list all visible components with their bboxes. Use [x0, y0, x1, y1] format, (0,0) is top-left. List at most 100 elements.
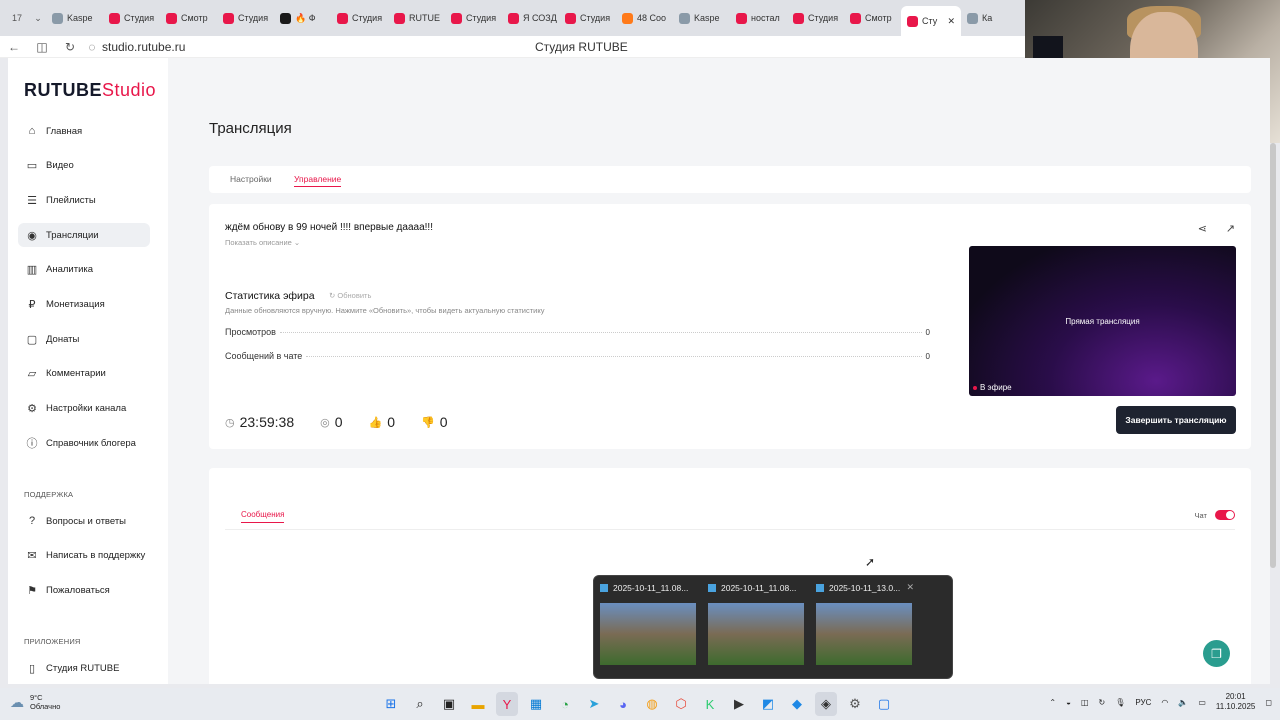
sidebar-item-label: Вопросы и ответы — [46, 515, 127, 527]
microphone-icon[interactable]: 🎙 — [1115, 698, 1125, 707]
browser-tab[interactable]: Я СОЗД — [502, 5, 559, 31]
stats-note: Данные обновляются вручную. Нажмите «Обн… — [225, 306, 545, 315]
start-icon[interactable]: ⊞ — [380, 692, 402, 716]
sidebar-item-flag[interactable]: ⚑ Пожаловаться — [18, 578, 158, 602]
sidebar-item-broadcast[interactable]: ◉ Трансляции — [18, 223, 150, 248]
rutube-studio-logo[interactable]: RUTUBEStudio — [24, 80, 156, 101]
clock[interactable]: 20:01 11.10.2025 — [1216, 692, 1255, 712]
browser-tab[interactable]: Смотр — [844, 5, 901, 31]
window-thumbnail[interactable]: 2025-10-11_11.08... — [594, 576, 702, 680]
favicon-icon — [394, 12, 405, 24]
preview-label: Прямая трансляция — [1065, 316, 1140, 326]
sidebar-item-video[interactable]: ▭ Видео — [18, 154, 150, 178]
external-link-icon[interactable]: ↗ — [1226, 222, 1235, 235]
close-icon[interactable]: ✕ — [906, 582, 914, 593]
window-thumbnail[interactable]: 2025-10-11_11.08... — [702, 576, 810, 680]
media-player-icon[interactable]: ▶ — [728, 692, 750, 716]
browser-tab[interactable]: 48 Соо — [616, 5, 673, 31]
sidebar-item-ruble[interactable]: ₽ Монетизация — [18, 292, 150, 316]
app-icon[interactable]: ▢ — [873, 692, 895, 716]
url-field[interactable]: studio.rutube.ru — [102, 40, 185, 54]
back-icon[interactable]: ← — [0, 40, 28, 54]
language-indicator[interactable]: РУС — [1135, 698, 1151, 707]
sidebar-item-comments[interactable]: ▱ Комментарии — [18, 362, 150, 386]
browser-tab[interactable]: Студия — [217, 5, 274, 31]
window-thumbnail[interactable]: 2025-10-11_13.0... ✕ — [810, 576, 918, 680]
chat-toggle[interactable] — [1215, 510, 1235, 520]
sidebar-item-label: Монетизация — [46, 298, 105, 310]
whatsapp-icon[interactable]: ◔ — [554, 692, 576, 716]
minecraft-launcher-icon[interactable]: ◩ — [757, 692, 779, 716]
site-info-icon[interactable]: ◌ — [84, 40, 100, 54]
browser-tab[interactable]: RUTUE — [388, 5, 445, 31]
telegram-icon[interactable]: ➤ — [583, 692, 605, 716]
tray-app-icon[interactable]: ◒ — [1066, 698, 1071, 707]
browser-tab[interactable]: Студия — [103, 5, 160, 31]
browser-tab[interactable]: Смотр — [160, 5, 217, 31]
active-browser-tab[interactable]: Сту ✕ — [901, 6, 961, 36]
broadcast-icon: ◉ — [27, 229, 37, 242]
weather-widget[interactable]: ☁ 9°C Облачно — [10, 693, 60, 711]
sidebar-item-faq[interactable]: ? Вопросы и ответы — [18, 509, 158, 533]
browser-tab[interactable]: ностал — [730, 5, 787, 31]
app-icon[interactable]: ⬡ — [670, 692, 692, 716]
obs-icon[interactable]: ◈ — [815, 692, 837, 716]
browser-tab[interactable]: Ка — [961, 5, 1018, 31]
support-chat-button[interactable]: ❐ — [1203, 640, 1230, 667]
browser-tab[interactable]: Kaspe — [46, 5, 103, 31]
end-stream-button[interactable]: Завершить трансляцию — [1116, 406, 1236, 434]
sidebar-item-analytics[interactable]: ▥ Аналитика — [18, 258, 150, 282]
browser-tab[interactable]: Студия — [331, 5, 388, 31]
share-icon[interactable]: ⋖ — [1198, 222, 1207, 235]
extension-icon[interactable]: ◫ — [28, 40, 56, 54]
tray-app-icon[interactable]: ◫ — [1081, 698, 1089, 707]
sidebar-item-label: Комментарии — [46, 368, 106, 380]
search-icon[interactable]: ⌕ — [409, 692, 431, 716]
app-icon[interactable]: ◍ — [641, 692, 663, 716]
tab-count[interactable]: 17 — [4, 13, 30, 23]
stream-preview[interactable]: Прямая трансляция В эфире — [969, 246, 1236, 396]
browser-tab[interactable]: Студия — [559, 5, 616, 31]
sidebar-item-app[interactable]: ▯ Студия RUTUBE — [18, 656, 158, 680]
kaspersky-icon[interactable]: K — [699, 692, 721, 716]
show-description-link[interactable]: Показать описание ⌄ — [225, 238, 300, 247]
video-icon: ▭ — [26, 160, 38, 173]
file-explorer-icon[interactable]: ▬ — [467, 692, 489, 716]
app-icon[interactable]: ◆ — [786, 692, 808, 716]
sidebar-item-donate[interactable]: ▢ Донаты — [18, 327, 150, 351]
wifi-icon[interactable]: ◠ — [1161, 698, 1168, 707]
sidebar-item-mail[interactable]: ✉ Написать в поддержку — [18, 544, 158, 568]
clock-date: 11.10.2025 — [1215, 702, 1256, 711]
sidebar-item-playlist[interactable]: ☰ Плейлисты — [18, 188, 150, 212]
tray-chevron-icon[interactable]: ⌃ — [1049, 698, 1056, 707]
discord-icon[interactable]: ◕ — [612, 692, 634, 716]
battery-icon[interactable]: ▭ — [1198, 698, 1206, 707]
yandex-browser-icon[interactable]: Y — [496, 692, 518, 716]
settings-icon[interactable]: ⚙ — [844, 692, 866, 716]
sidebar-item-home[interactable]: ⌂ Главная — [18, 119, 150, 143]
stat-value: 0 — [925, 328, 930, 337]
thumbnail-title: 2025-10-11_11.08... — [708, 583, 796, 593]
favicon-icon — [52, 12, 63, 24]
browser-tab[interactable]: Студия — [787, 5, 844, 31]
favicon-icon — [793, 12, 804, 24]
browser-tab[interactable]: 🔥 Ф — [274, 5, 331, 31]
notification-icon[interactable]: ◻ — [1265, 698, 1272, 707]
reload-icon[interactable]: ↻ — [56, 40, 84, 54]
tab-settings[interactable]: Настройки — [230, 174, 272, 184]
browser-tab[interactable]: Студия — [445, 5, 502, 31]
browser-tab-label: 48 Соо — [637, 13, 667, 23]
browser-tab[interactable]: Kaspe — [673, 5, 730, 31]
refresh-button[interactable]: ↻ Обновить — [329, 291, 371, 300]
tab-management[interactable]: Управление — [294, 174, 342, 187]
page-scrollbar[interactable] — [1270, 143, 1276, 568]
tab-menu-chevron-icon[interactable]: ⌄ — [30, 13, 46, 24]
tab-messages[interactable]: Сообщения — [241, 510, 285, 523]
store-icon[interactable]: ▦ — [525, 692, 547, 716]
volume-icon[interactable]: 🔈 — [1178, 698, 1188, 707]
task-view-icon[interactable]: ▣ — [438, 692, 460, 716]
sidebar-item-gear[interactable]: ⚙ Настройки канала — [18, 397, 150, 421]
sidebar-item-handbook[interactable]: ⓘ Справочник блогера — [18, 431, 150, 455]
close-tab-icon[interactable]: ✕ — [947, 16, 955, 27]
tray-sync-icon[interactable]: ↻ — [1099, 698, 1106, 707]
